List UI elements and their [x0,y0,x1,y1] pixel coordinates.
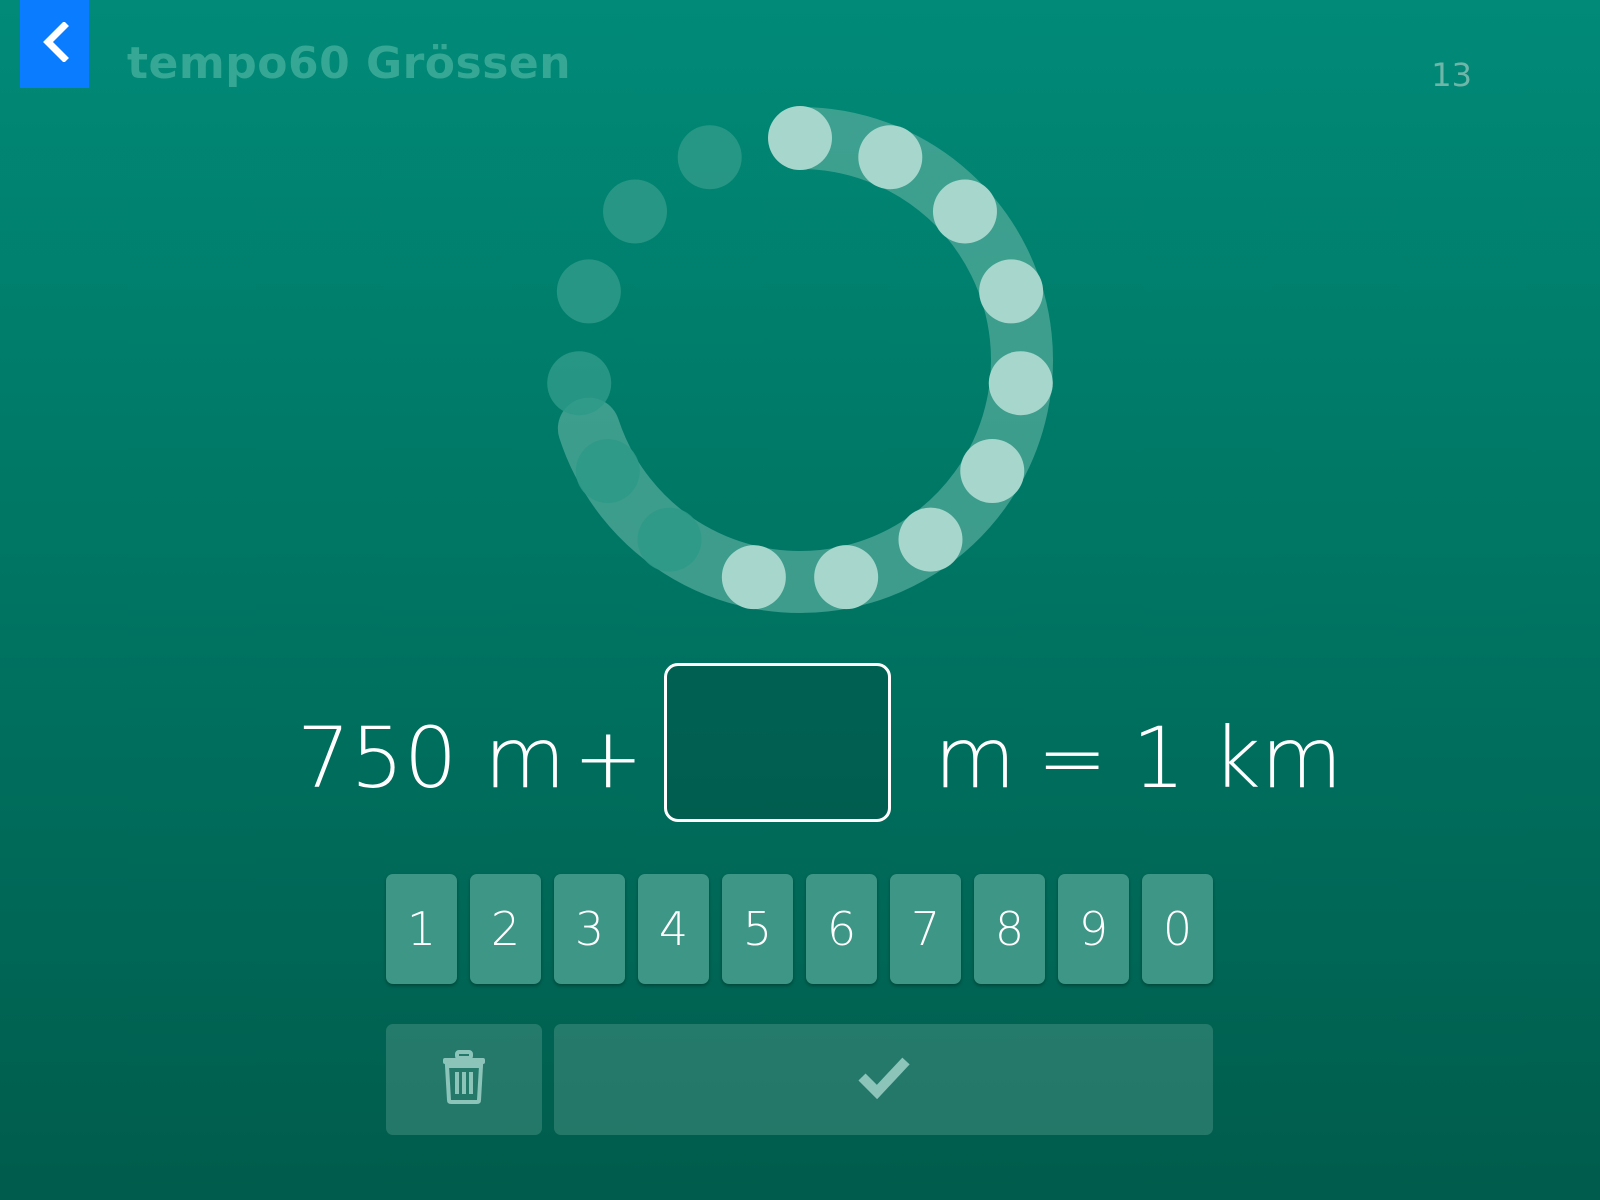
result-value: 1 km [1132,709,1343,807]
equation: 750 m + m = 1 km [0,0,1600,1200]
checkmark-icon [857,1055,911,1104]
left-operand: 750 m [297,709,566,807]
key-7[interactable]: 7 [890,874,961,984]
key-0[interactable]: 0 [1142,874,1213,984]
key-3[interactable]: 3 [554,874,625,984]
submit-button[interactable] [554,1024,1213,1135]
key-2[interactable]: 2 [470,874,541,984]
answer-unit: m [934,709,1016,807]
key-5[interactable]: 5 [722,874,793,984]
key-4[interactable]: 4 [638,874,709,984]
equals-sign: = [1037,709,1108,807]
key-8[interactable]: 8 [974,874,1045,984]
key-1[interactable]: 1 [386,874,457,984]
plus-operator: + [573,709,644,807]
delete-button[interactable] [386,1024,542,1135]
answer-input[interactable] [664,663,891,822]
key-6[interactable]: 6 [806,874,877,984]
trash-icon [440,1050,488,1109]
key-9[interactable]: 9 [1058,874,1129,984]
